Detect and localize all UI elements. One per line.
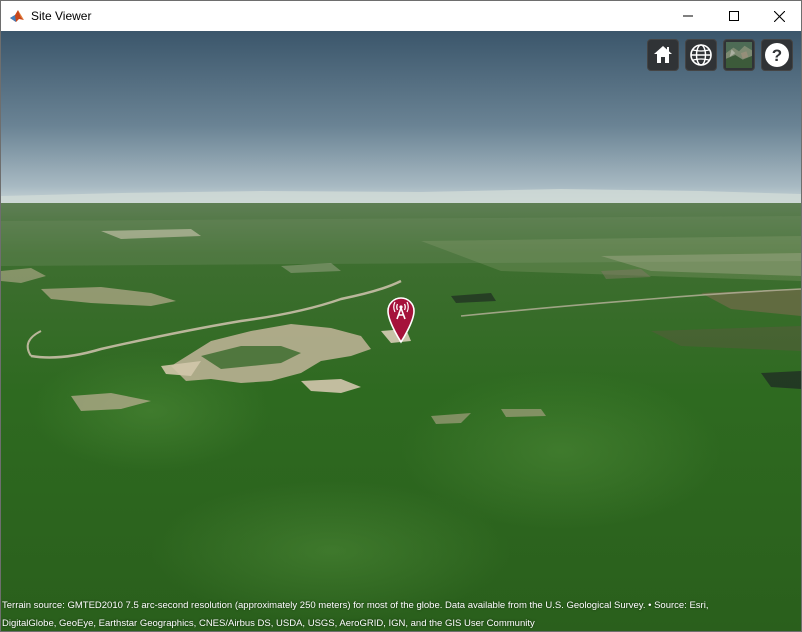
antenna-marker-icon[interactable] (386, 296, 416, 344)
close-icon (773, 10, 785, 22)
home-icon (654, 46, 672, 63)
help-glyph: ? (772, 46, 782, 65)
base-layer-picker-button[interactable] (723, 39, 755, 71)
close-button[interactable] (756, 1, 801, 31)
site-viewer-window: Site Viewer ? Terrain source: GMTED2010 … (0, 0, 802, 632)
attribution-line-2: DigitalGlobe, GeoEye, Earthstar Geograph… (2, 618, 535, 629)
maximize-button[interactable] (711, 1, 757, 31)
map-attribution: Terrain source: GMTED2010 7.5 arc-second… (2, 597, 792, 631)
matlab-icon (9, 8, 25, 24)
map-viewport[interactable]: ? Terrain source: GMTED2010 7.5 arc-seco… (1, 31, 801, 631)
help-button[interactable]: ? (761, 39, 793, 71)
window-title: Site Viewer (31, 9, 92, 23)
maximize-icon (729, 11, 739, 21)
globe-icon (690, 44, 712, 66)
minimize-button[interactable] (665, 1, 711, 31)
attribution-line-1: Terrain source: GMTED2010 7.5 arc-second… (2, 600, 709, 611)
scene-mode-button[interactable] (685, 39, 717, 71)
help-icon: ? (765, 43, 789, 67)
home-button[interactable] (647, 39, 679, 71)
imagery-layer-icon (726, 42, 752, 68)
title-bar[interactable]: Site Viewer (1, 1, 801, 31)
minimize-icon (683, 15, 693, 17)
